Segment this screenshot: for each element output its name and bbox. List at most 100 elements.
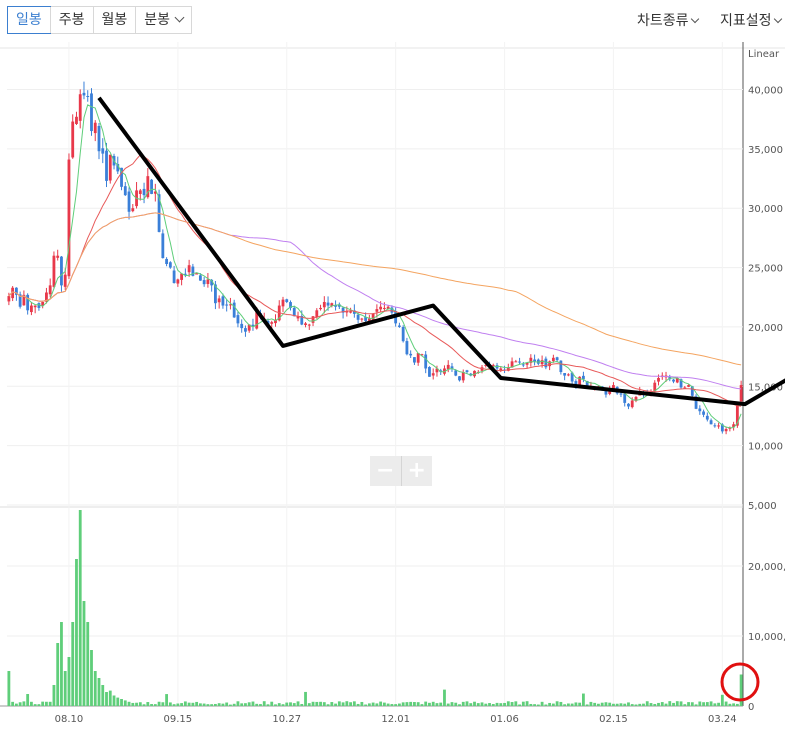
candle-body: [431, 373, 435, 376]
candle-body: [217, 298, 221, 303]
volume-bar: [732, 703, 736, 706]
candle-body: [379, 306, 383, 310]
candle-body: [82, 92, 86, 96]
volume-bar: [221, 703, 225, 706]
volume-bar: [627, 702, 630, 706]
volume-bar: [544, 704, 548, 706]
candle-body: [86, 96, 90, 98]
x-tick-label: 10.27: [272, 714, 301, 725]
y-tick-label: 5,000: [748, 501, 777, 512]
volume-bar: [724, 701, 728, 706]
volume-bar: [86, 622, 90, 706]
volume-bar: [597, 703, 600, 706]
volume-bar: [495, 702, 499, 706]
candle-body: [281, 299, 285, 307]
candle-body: [724, 429, 728, 432]
volume-bar: [116, 697, 120, 706]
volume-bar: [225, 702, 229, 706]
candle-body: [195, 273, 199, 275]
volume-tick-label: 0: [748, 702, 754, 713]
candle-body: [101, 148, 105, 154]
candle-body: [657, 377, 660, 382]
volume-bar: [604, 702, 608, 706]
volume-bar: [232, 703, 236, 706]
candle-body: [105, 150, 108, 181]
volume-bar: [371, 702, 375, 706]
volume-tick-label: 20,000,0: [748, 562, 785, 573]
volume-bar: [90, 650, 93, 706]
candle-body: [548, 361, 552, 367]
volume-bar: [322, 702, 326, 706]
volume-bar: [413, 702, 416, 706]
zoom-control: − +: [370, 456, 432, 486]
volume-bar: [315, 701, 319, 706]
volume-bar: [97, 678, 101, 706]
candle-body: [172, 270, 176, 283]
volume-bar: [244, 703, 247, 706]
candle-body: [428, 367, 431, 377]
candle-body: [33, 305, 37, 308]
volume-bar: [657, 702, 660, 706]
volume-bar: [600, 702, 604, 706]
candle-body: [409, 353, 413, 356]
volume-bar: [300, 704, 304, 706]
volume-bar: [93, 671, 97, 706]
ma20-line: [8, 154, 742, 407]
volume-bar: [277, 703, 281, 706]
volume-bar: [405, 702, 409, 706]
x-tick-label: 02.15: [599, 714, 628, 725]
volume-bar: [386, 703, 390, 706]
candle-body: [78, 94, 82, 121]
volume-bar: [559, 701, 563, 706]
volume-bar: [206, 704, 210, 706]
volume-bar: [623, 703, 627, 706]
stock-chart[interactable]: 40,00035,00030,00025,00020,00015,00010,0…: [0, 0, 785, 730]
candle-body: [206, 279, 210, 284]
volume-bar: [75, 559, 78, 706]
candle-body: [563, 373, 567, 376]
x-tick-label: 08.10: [55, 714, 84, 725]
volume-bar: [48, 701, 52, 706]
candle-body: [582, 375, 585, 380]
volume-bar: [548, 702, 552, 706]
volume-bar: [41, 701, 45, 706]
candle-body: [566, 374, 570, 376]
volume-bar: [330, 702, 334, 706]
y-tick-label: 35,000: [748, 145, 783, 156]
volume-bar: [398, 703, 401, 706]
volume-bar: [585, 704, 589, 706]
zoom-in-button[interactable]: +: [402, 456, 433, 486]
volume-tick-label: 10,000,0: [748, 632, 785, 643]
y-tick-label: 40,000: [748, 85, 783, 96]
candle-body: [221, 296, 225, 306]
volume-bar: [439, 702, 443, 706]
volume-bar: [52, 685, 56, 706]
volume-bar: [480, 702, 484, 706]
volume-bar: [326, 704, 330, 706]
candle-body: [349, 311, 352, 313]
candle-body: [627, 403, 630, 407]
volume-bar: [360, 701, 364, 706]
scale-label: Linear: [748, 49, 780, 60]
volume-bar: [668, 701, 672, 706]
volume-bar: [679, 701, 683, 706]
candle-body: [161, 233, 165, 259]
candle-body: [311, 316, 315, 323]
candle-body: [739, 385, 743, 402]
volume-bar: [713, 703, 717, 706]
volume-bar: [394, 704, 398, 706]
volume-bar: [63, 671, 67, 706]
volume-bar: [608, 702, 612, 706]
volume-bar: [33, 704, 37, 706]
volume-bar: [476, 703, 480, 706]
y-tick-label: 10,000: [748, 442, 783, 453]
candle-body: [315, 310, 319, 318]
zoom-out-button[interactable]: −: [370, 456, 401, 486]
volume-bar: [690, 702, 694, 706]
volume-bar: [510, 702, 514, 706]
volume-bar: [642, 703, 645, 706]
volume-bar: [172, 704, 176, 706]
volume-bar: [450, 702, 454, 706]
volume-bar: [142, 704, 146, 706]
volume-bar: [525, 701, 529, 706]
